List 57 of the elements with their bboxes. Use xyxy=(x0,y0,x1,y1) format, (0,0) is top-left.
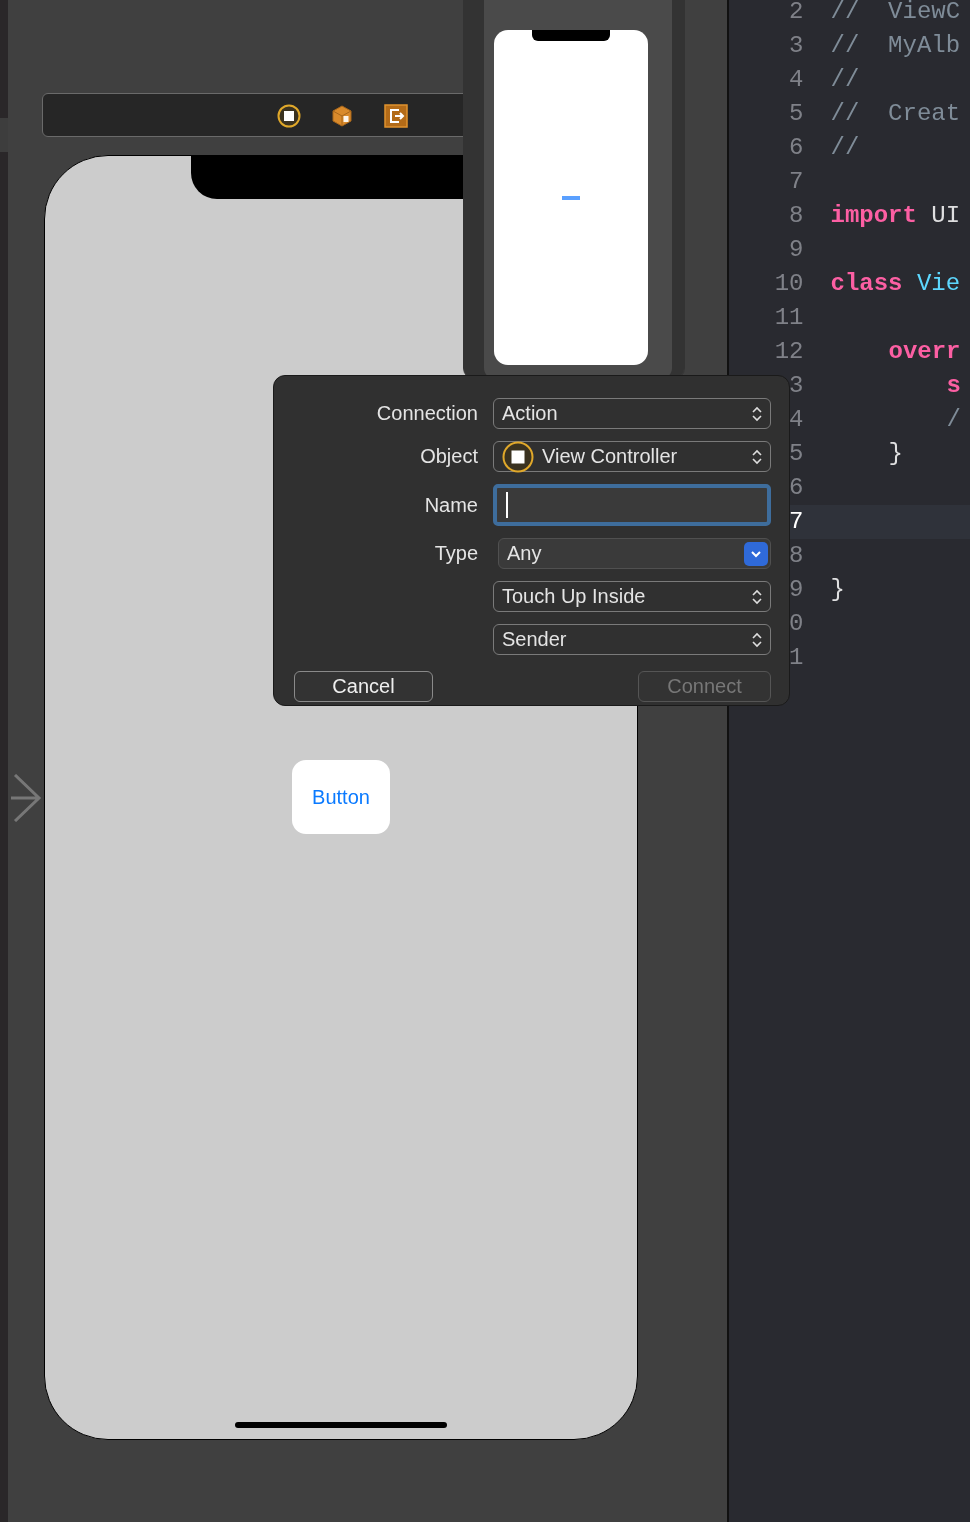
combo-box[interactable]: Any xyxy=(498,538,771,569)
popup-button[interactable]: View Controller xyxy=(493,441,771,472)
phone-thumbnail[interactable] xyxy=(494,30,648,365)
line-number: 4 xyxy=(789,406,804,433)
code-line: // MyAlb xyxy=(830,31,961,61)
popup-button[interactable]: Action xyxy=(493,398,771,429)
exit-icon[interactable] xyxy=(384,104,408,128)
code-line: // xyxy=(830,133,860,163)
code-line: } xyxy=(887,439,903,469)
cube-icon[interactable] xyxy=(330,104,354,128)
code-line: class Vie xyxy=(830,269,961,299)
line-number: 7 xyxy=(789,168,804,195)
line-number: 11 xyxy=(774,304,804,331)
field-label: Type xyxy=(433,542,478,565)
code-line: s xyxy=(945,371,961,401)
cancel-button[interactable]: Cancel xyxy=(294,671,433,702)
line-number: 5 xyxy=(789,440,804,467)
arrow-icon xyxy=(10,774,42,822)
line-number: 2 xyxy=(789,0,804,25)
line-number: 1 xyxy=(789,644,804,671)
line-number: 12 xyxy=(774,338,804,365)
code-line: } xyxy=(830,575,845,605)
line-number: 7 xyxy=(789,508,804,535)
code-line: overr xyxy=(887,337,961,367)
field-label: Connection xyxy=(375,402,478,425)
line-number: 5 xyxy=(789,100,804,127)
chevron-down-icon[interactable] xyxy=(744,541,768,566)
line-number: 9 xyxy=(789,236,804,263)
code-line: // Creat xyxy=(830,99,961,129)
updown-chevron-icon xyxy=(752,588,762,605)
updown-chevron-icon xyxy=(752,631,762,648)
field-label: Object xyxy=(419,445,478,468)
code-line: // ViewC xyxy=(830,0,961,27)
code-line: // xyxy=(830,65,860,95)
view-controller-icon[interactable] xyxy=(277,104,301,128)
line-number: 3 xyxy=(789,32,804,59)
name-field[interactable] xyxy=(493,484,771,526)
line-number: 6 xyxy=(789,134,804,161)
view-controller-icon xyxy=(502,440,534,473)
line-number: 4 xyxy=(789,66,804,93)
code-line: / xyxy=(945,405,961,435)
popup-button[interactable]: Touch Up Inside xyxy=(493,581,771,612)
line-number: 6 xyxy=(789,474,804,501)
line-number: 0 xyxy=(789,610,804,637)
line-number: 8 xyxy=(789,202,804,229)
line-number: 3 xyxy=(789,372,804,399)
updown-chevron-icon xyxy=(752,448,762,465)
field-label: Name xyxy=(423,493,478,517)
line-number: 9 xyxy=(789,576,804,603)
text-cursor-icon xyxy=(506,492,508,518)
line-number: 10 xyxy=(774,270,804,297)
line-number: 8 xyxy=(789,542,804,569)
scene-button[interactable]: Button xyxy=(292,760,390,834)
button-thumbnail-icon xyxy=(562,196,580,200)
updown-chevron-icon xyxy=(752,405,762,422)
popup-button[interactable]: Sender xyxy=(493,624,771,655)
code-line: import UI xyxy=(830,201,961,231)
